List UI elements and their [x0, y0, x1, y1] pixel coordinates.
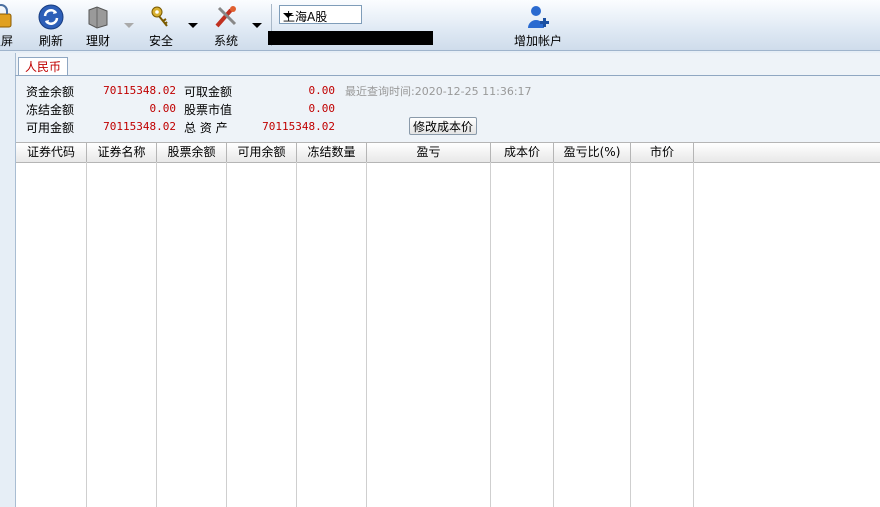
- table-header: 证券代码 证券名称 股票余额 可用余额 冻结数量 盈亏 成本价 盈亏比(%) 市…: [16, 142, 880, 163]
- stock-value-value: 0.00: [308, 102, 336, 115]
- finance-icon: [88, 6, 108, 29]
- total-assets-value: 70115348.02: [262, 120, 335, 133]
- security-keys-icon: [151, 6, 168, 27]
- add-account-button[interactable]: 增加帐户: [512, 4, 564, 49]
- funds-balance-label: 资金余额: [26, 85, 75, 99]
- redacted-account-bar: [268, 31, 433, 45]
- column-header-cost-price[interactable]: 成本价: [491, 143, 554, 162]
- column-divider: [296, 162, 297, 507]
- finance-dropdown-arrow[interactable]: [124, 23, 134, 28]
- chevron-down-icon: [283, 13, 293, 18]
- security-button[interactable]: 安全: [146, 4, 176, 49]
- system-dropdown-arrow[interactable]: [252, 23, 262, 28]
- stock-value-label: 股票市值: [184, 103, 233, 117]
- frozen-amount-label: 冻结金额: [26, 103, 75, 117]
- system-tools-icon: [215, 6, 237, 28]
- column-header-security-name[interactable]: 证券名称: [87, 143, 157, 162]
- last-query-time: 最近查询时间:2020-12-25 11:36:17: [345, 85, 532, 98]
- lock-screen-icon: [0, 4, 12, 28]
- column-divider: [366, 162, 367, 507]
- column-header-profit-loss-ratio[interactable]: 盈亏比(%): [554, 143, 631, 162]
- column-divider: [693, 162, 694, 507]
- column-header-stock-balance[interactable]: 股票余额: [157, 143, 227, 162]
- column-divider: [630, 162, 631, 507]
- column-divider: [226, 162, 227, 507]
- column-divider: [86, 162, 87, 507]
- finance-button[interactable]: 理财: [83, 4, 113, 49]
- frozen-amount-value: 0.00: [149, 102, 177, 115]
- security-dropdown-arrow[interactable]: [188, 23, 198, 28]
- tab-currency-rmb[interactable]: 人民币: [18, 57, 69, 76]
- total-assets-label: 总 资 产: [184, 121, 228, 135]
- column-header-frozen-quantity[interactable]: 冻结数量: [297, 143, 367, 162]
- refresh-button[interactable]: 刷新: [36, 4, 66, 49]
- toolbar: 锁屏 刷新 理财 安全 系统: [0, 0, 880, 51]
- add-account-icon: [528, 6, 549, 28]
- modify-cost-button[interactable]: 修改成本价: [409, 117, 477, 135]
- available-amount-value: 70115348.02: [103, 120, 176, 133]
- column-header-profit-loss[interactable]: 盈亏: [367, 143, 491, 162]
- market-select[interactable]: 上海A股: [279, 5, 362, 24]
- column-header-market-price[interactable]: 市价: [631, 143, 694, 162]
- lock-screen-button[interactable]: 锁屏: [0, 4, 16, 49]
- column-header-available-balance[interactable]: 可用余额: [227, 143, 297, 162]
- column-divider: [156, 162, 157, 507]
- withdrawable-label: 可取金额: [184, 85, 233, 99]
- column-header-security-code[interactable]: 证券代码: [16, 143, 87, 162]
- column-divider: [490, 162, 491, 507]
- holdings-table: 证券代码 证券名称 股票余额 可用余额 冻结数量 盈亏 成本价 盈亏比(%) 市…: [16, 142, 880, 507]
- system-button[interactable]: 系统: [211, 4, 241, 49]
- available-amount-label: 可用金额: [26, 121, 75, 135]
- refresh-icon: [38, 4, 64, 30]
- column-divider: [553, 162, 554, 507]
- funds-balance-value: 70115348.02: [103, 84, 176, 97]
- tab-divider: [15, 75, 880, 76]
- withdrawable-value: 0.00: [308, 84, 336, 97]
